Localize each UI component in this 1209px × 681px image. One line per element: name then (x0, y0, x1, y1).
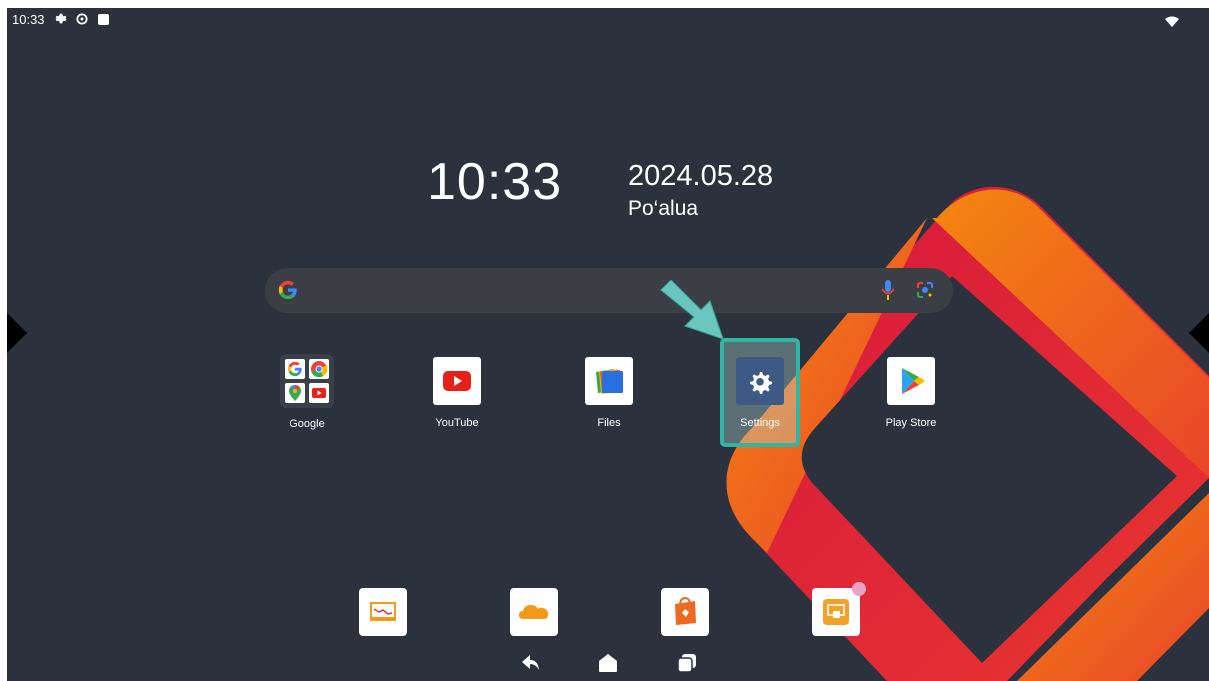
google-folder-icon (280, 354, 334, 408)
back-icon[interactable] (521, 653, 541, 678)
app-label: Files (597, 417, 621, 429)
status-time: 10:33 (12, 12, 45, 27)
screen-share-icon (823, 599, 849, 625)
google-search-bar[interactable] (265, 268, 953, 313)
app-settings[interactable]: Settings (710, 357, 810, 429)
app-label: YouTube (435, 417, 479, 429)
youtube-icon (433, 357, 481, 405)
app-play-store[interactable]: Play Store (861, 357, 961, 429)
app-label: Play Store (885, 417, 937, 429)
microphone-icon[interactable] (881, 279, 895, 306)
clock-time: 10:33 (427, 153, 563, 211)
dock-app-store[interactable] (661, 588, 709, 636)
dock-screen-share[interactable] (812, 582, 866, 636)
dock-cloud[interactable] (510, 588, 558, 636)
cloud-icon (519, 605, 548, 619)
google-lens-icon[interactable] (915, 280, 935, 305)
chrome-icon (309, 359, 329, 379)
app-google-folder[interactable]: Google (257, 354, 357, 430)
notification-badge (852, 582, 866, 596)
app-label: Google (289, 418, 325, 430)
recents-icon[interactable] (677, 653, 697, 678)
app-store-bag-icon (675, 596, 696, 625)
app-files[interactable]: Files (559, 357, 659, 429)
app-youtube[interactable]: YouTube (407, 357, 507, 429)
status-bar: 10:33 (7, 8, 1209, 32)
settings-gear-icon (54, 12, 67, 28)
home-icon[interactable] (598, 653, 618, 678)
clock-weekday: Po‘alua (628, 197, 699, 220)
google-icon (285, 359, 305, 379)
home-screen: 10:33 10:33 2024.05.28 Po‘alua Google Yo… (7, 8, 1209, 681)
square-notification-icon (98, 14, 109, 25)
wallpaper-graphic (726, 186, 1209, 681)
google-g-icon (277, 279, 299, 306)
clock-date: 2024.05.28 (628, 160, 774, 192)
settings-gear-icon (736, 357, 784, 405)
youtube-mini-icon (309, 383, 329, 403)
callout-arrow-icon (660, 280, 724, 340)
dock-whiteboard[interactable] (359, 588, 407, 636)
settings-dial-icon (75, 12, 89, 29)
app-label: Settings (740, 417, 780, 429)
play-store-icon (887, 357, 935, 405)
whiteboard-icon (370, 602, 396, 621)
wifi-icon (1165, 15, 1179, 30)
maps-icon (285, 383, 305, 403)
files-icon (585, 357, 633, 405)
